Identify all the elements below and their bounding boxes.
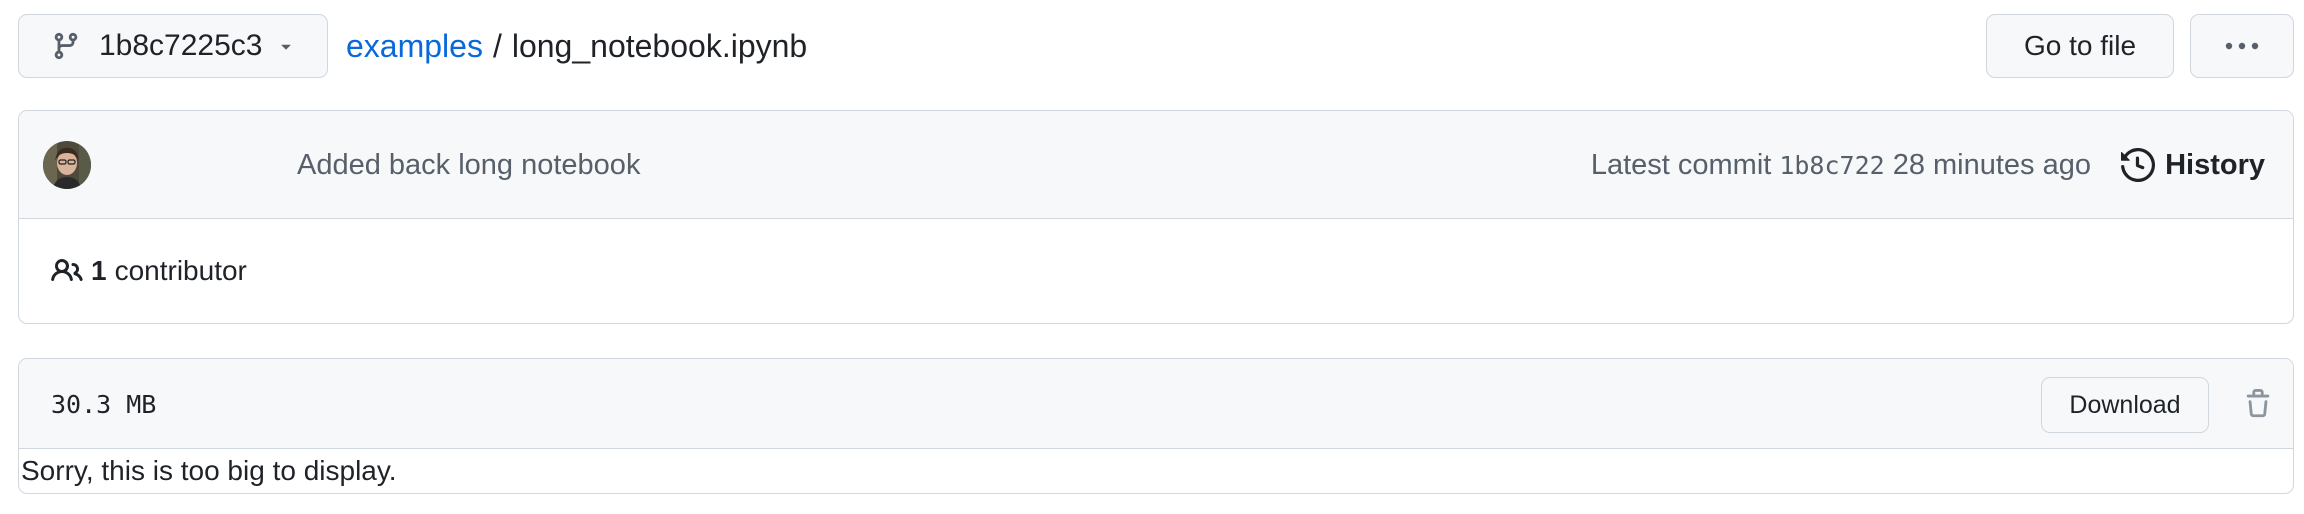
branch-selector-button[interactable]: 1b8c7225c3 — [18, 14, 328, 78]
download-button[interactable]: Download — [2041, 377, 2209, 433]
contributor-count: 1 — [91, 255, 107, 286]
commit-sha-link[interactable]: 1b8c722 — [1779, 151, 1884, 180]
kebab-horizontal-icon — [2225, 42, 2259, 50]
commit-message[interactable]: Added back long notebook — [297, 111, 640, 219]
people-icon — [51, 258, 83, 282]
file-header: 30.3 MB Download — [19, 359, 2293, 449]
git-branch-icon — [54, 32, 78, 60]
go-to-file-button[interactable]: Go to file — [1986, 14, 2174, 78]
history-link[interactable]: History — [2121, 111, 2265, 219]
file-viewer-box: 30.3 MB Download Sorry, this is too big … — [18, 358, 2294, 494]
trash-icon — [2246, 389, 2270, 418]
latest-commit-label: Latest commit — [1590, 148, 1772, 181]
history-icon — [2121, 148, 2156, 182]
branch-name: 1b8c7225c3 — [99, 29, 263, 62]
delete-file-button[interactable] — [2241, 385, 2275, 423]
commit-time: 28 minutes ago — [1892, 148, 2091, 181]
breadcrumb-repo-link[interactable]: examples — [346, 28, 483, 65]
file-too-big-message: Sorry, this is too big to display. — [21, 455, 397, 486]
commit-meta: Latest commit 1b8c722 28 minutes ago — [1591, 111, 2091, 219]
breadcrumb: examples / long_notebook.ipynb — [346, 14, 807, 78]
more-options-button[interactable] — [2190, 14, 2294, 78]
breadcrumb-separator: / — [492, 27, 502, 64]
avatar[interactable] — [43, 141, 91, 189]
history-label: History — [2165, 148, 2265, 181]
file-navigation-bar: 1b8c7225c3 examples / long_notebook.ipyn… — [18, 14, 2294, 78]
latest-commit-box: Added back long notebook Latest commit 1… — [18, 110, 2294, 324]
breadcrumb-file-name: long_notebook.ipynb — [511, 27, 808, 64]
file-size: 30.3 MB — [51, 389, 157, 419]
triangle-down-icon — [281, 44, 292, 50]
avatar-image — [43, 141, 91, 189]
commit-header: Added back long notebook Latest commit 1… — [19, 111, 2293, 219]
contributors-row[interactable]: 1 contributor — [19, 219, 2293, 323]
contributor-label: contributor — [114, 255, 247, 286]
